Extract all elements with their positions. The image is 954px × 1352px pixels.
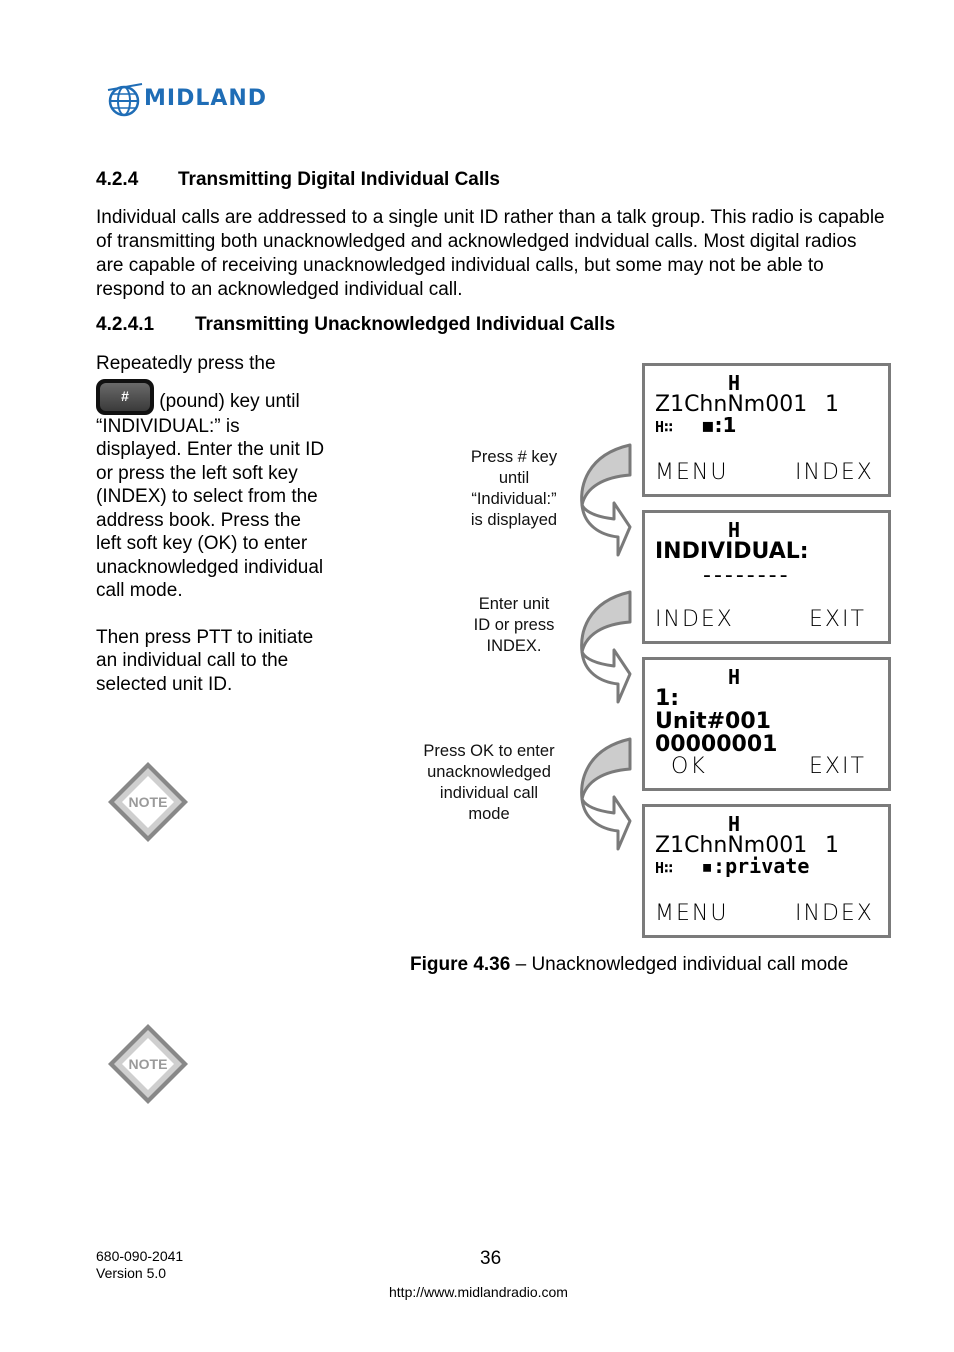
figure-caption: Figure 4.36 – Unacknowledged individual … (410, 954, 848, 976)
callout-line: mode (468, 805, 510, 823)
section-heading: 4.2.4 Transmitting Digital Individual Cal… (96, 169, 500, 191)
callout-line: until (498, 469, 530, 487)
curved-arrow-icon (580, 590, 632, 704)
callout-line: Enter unit (478, 595, 550, 613)
note-icon: NOTE (108, 1024, 188, 1104)
lcd-screen-home: H Z1ChnNm001 1 H∷ ▪:1 MENU INDEX (642, 363, 891, 497)
lcd-right-softkey: EXIT (809, 754, 866, 779)
lcd-screen-private: H Z1ChnNm001 1 H∷ ▪:private MENU INDEX (642, 804, 891, 938)
section-number: 4.2.4 (96, 169, 139, 190)
midland-logo: MIDLAND (106, 80, 301, 122)
lcd-contact: ▪:1 (701, 413, 737, 437)
pound-key-icon: # (96, 378, 154, 415)
subsection-title: Transmitting Unacknowledged Individual C… (195, 314, 616, 335)
note-icon: NOTE (108, 762, 188, 842)
callout-line: ID or press (473, 616, 555, 634)
callout-line: INDEX. (486, 637, 542, 655)
instructions-line1: Repeatedly press the (96, 353, 276, 374)
subsection-heading: 4.2.4.1 Transmitting Unacknowledged Indiv… (96, 314, 615, 336)
lcd-status-icons: H∷ (655, 859, 673, 877)
lcd-channel-number: 1 (825, 392, 839, 417)
footer-url[interactable]: http://www.midlandradio.com (389, 1284, 568, 1300)
pound-key-label: # (100, 382, 150, 411)
lcd-left-softkey: OK (671, 754, 707, 779)
callout-step-2: Enter unit ID or press INDEX. (448, 594, 580, 657)
lcd-left-softkey: MENU (655, 460, 729, 485)
lcd-right-softkey: INDEX (795, 901, 874, 926)
callout-line: Press # key (470, 448, 558, 466)
lcd-right-softkey: INDEX (795, 460, 874, 485)
lcd-left-softkey: INDEX (655, 607, 734, 632)
lcd-left-softkey: MENU (655, 901, 729, 926)
callout-line: Press OK to enter (423, 742, 555, 760)
figure-caption-text: – Unacknowledged individual call mode (510, 954, 849, 975)
curved-arrow-icon (580, 443, 632, 557)
instructions-paragraph2: Then press PTT to initiate an individual… (96, 626, 314, 695)
lcd-indicator: H (728, 665, 741, 689)
section-paragraph: Individual calls are addressed to a sing… (96, 207, 885, 300)
figure-label: Figure 4.36 (410, 954, 511, 975)
callout-line: is displayed (470, 511, 558, 529)
lcd-channel-number: 1 (825, 833, 839, 858)
lcd-status-icons: H∷ (655, 418, 673, 436)
logo-wordmark: MIDLAND (144, 86, 268, 111)
lcd-screen-individual: H INDIVIDUAL: -------- INDEX EXIT (642, 510, 891, 644)
callout-step-1: Press # key until “Individual:” is displ… (448, 447, 580, 531)
callout-line: individual call (439, 784, 539, 802)
page-number: 36 (480, 1248, 502, 1269)
subsection-number: 4.2.4.1 (96, 314, 155, 335)
callout-line: unacknowledged (427, 763, 551, 781)
instructions-body: (pound) key until “INDIVIDUAL:” is displ… (96, 390, 325, 602)
signal-mode-icon: H∷ (655, 859, 674, 877)
footer-doc-info: 680-090-2041 Version 5.0 (96, 1248, 183, 1282)
lcd-mode-title: INDIVIDUAL: (655, 539, 809, 564)
note-label: NOTE (129, 1056, 168, 1072)
section-title: Transmitting Digital Individual Calls (178, 169, 500, 190)
callout-line: “Individual:” (471, 490, 557, 508)
lcd-contact-name: Unit#001 (655, 709, 771, 734)
note-label: NOTE (129, 794, 168, 810)
lcd-contact: ▪:private (701, 854, 810, 878)
callout-step-3: Press OK to enter unacknowledged individ… (404, 741, 574, 825)
lcd-contact-index: 1: (655, 686, 680, 711)
lcd-id-entry: -------- (703, 563, 791, 588)
lcd-right-softkey: EXIT (809, 607, 866, 632)
globe-icon (107, 83, 143, 117)
doc-number: 680-090-2041 (96, 1248, 184, 1264)
signal-mode-icon: H∷ (655, 418, 674, 436)
instructions: Repeatedly press the # (pound) key until… (96, 352, 326, 696)
doc-version: Version 5.0 (96, 1265, 167, 1281)
lcd-screen-contact: H 1: Unit#001 00000001 OK EXIT (642, 657, 891, 791)
curved-arrow-icon (580, 737, 632, 851)
